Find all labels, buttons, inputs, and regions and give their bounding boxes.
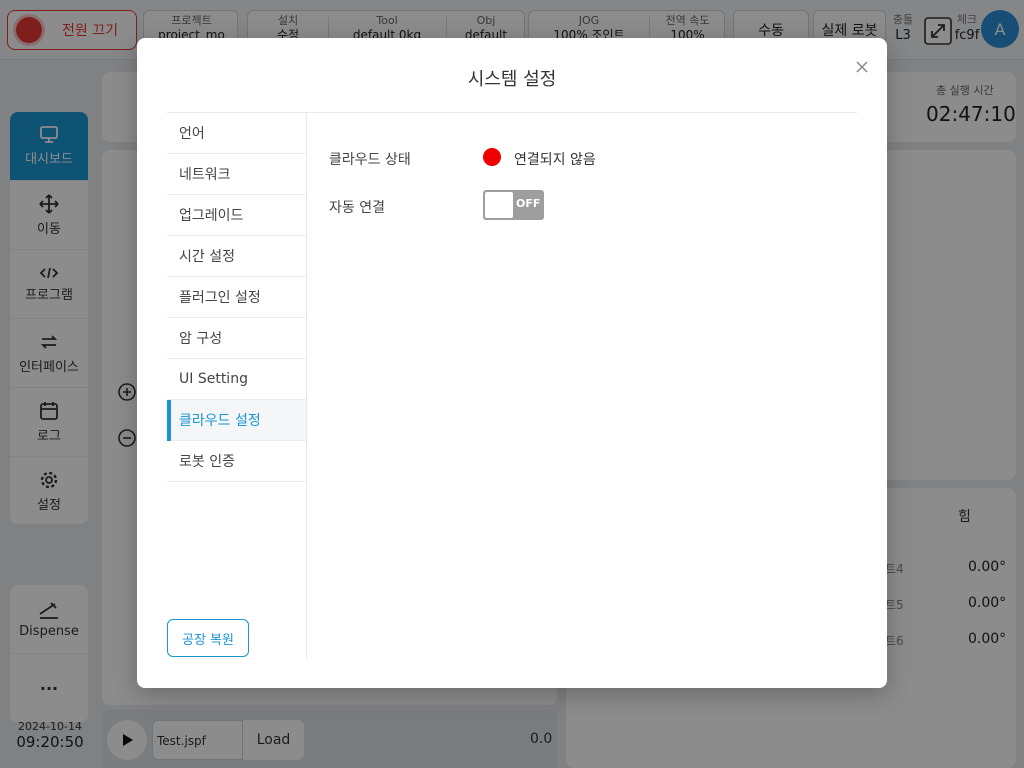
factory-reset-button[interactable]: 공장 복원 — [167, 619, 249, 657]
menu-item-network[interactable]: 네트워크 — [167, 154, 306, 195]
menu-item-robot-auth[interactable]: 로봇 인증 — [167, 441, 306, 482]
menu-item-upgrade[interactable]: 업그레이드 — [167, 195, 306, 236]
cloud-status-value: 연결되지 않음 — [514, 152, 596, 168]
dialog-title: 시스템 설정 — [467, 69, 557, 90]
menu-item-cloud[interactable]: 클라우드 설정 — [167, 400, 306, 441]
menu-item-language[interactable]: 언어 — [167, 113, 306, 154]
menu-item-time[interactable]: 시간 설정 — [167, 236, 306, 277]
auto-connect-toggle[interactable]: OFF — [483, 190, 544, 220]
system-settings-dialog: 시스템 설정 언어 네트워크 업그레이드 시간 설정 플러그인 설정 암 구성 … — [137, 38, 887, 688]
settings-menu: 언어 네트워크 업그레이드 시간 설정 플러그인 설정 암 구성 UI Sett… — [167, 113, 307, 658]
close-icon[interactable] — [853, 58, 871, 76]
toggle-knob — [485, 192, 513, 218]
status-indicator-icon — [483, 148, 501, 166]
toggle-state: OFF — [516, 197, 541, 210]
menu-item-arm-config[interactable]: 암 구성 — [167, 318, 306, 359]
menu-item-plugin[interactable]: 플러그인 설정 — [167, 277, 306, 318]
cloud-status-label: 클라우드 상태 — [329, 152, 411, 168]
menu-item-ui-setting[interactable]: UI Setting — [167, 359, 306, 400]
auto-connect-label: 자동 연결 — [329, 200, 385, 216]
